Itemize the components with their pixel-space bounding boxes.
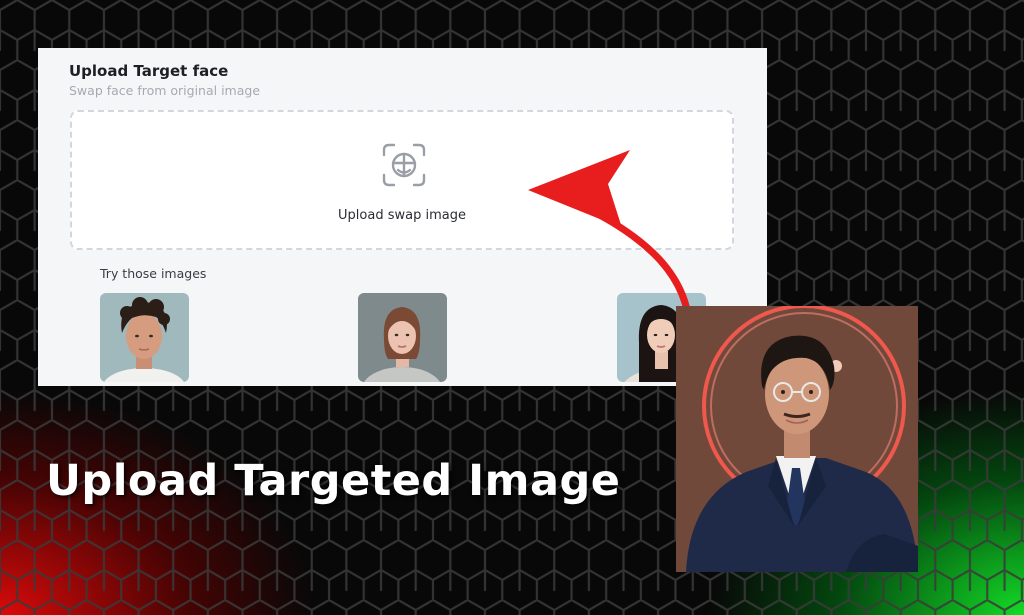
samples-label: Try those images bbox=[100, 266, 207, 281]
curly-hair-man-photo bbox=[100, 293, 189, 382]
panel-title: Upload Target face bbox=[69, 62, 229, 80]
headline: Upload Targeted Image bbox=[46, 456, 621, 506]
sample-image-woman[interactable] bbox=[358, 293, 447, 382]
target-face-photo bbox=[676, 306, 918, 572]
panel-subtitle: Swap face from original image bbox=[69, 83, 261, 98]
woman-photo bbox=[358, 293, 447, 382]
sample-image-man[interactable] bbox=[100, 293, 189, 382]
face-scan-icon bbox=[382, 143, 426, 187]
man-in-suit-photo bbox=[676, 306, 918, 572]
